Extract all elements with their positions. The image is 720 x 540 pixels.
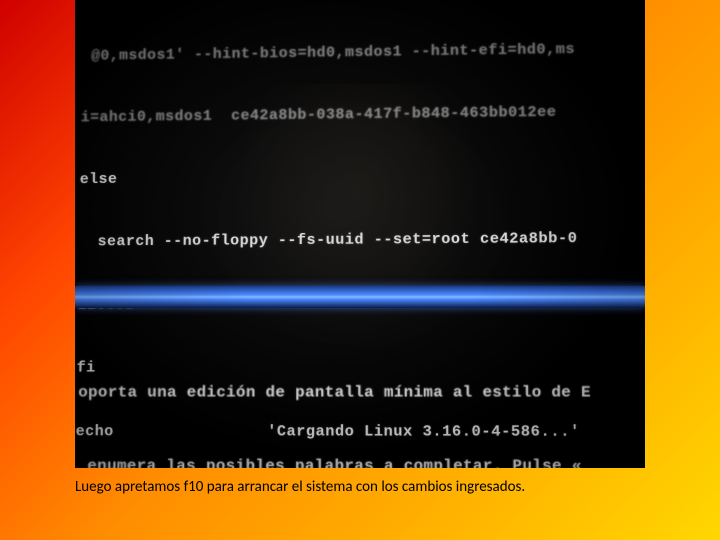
grub-highlight-bar [75,286,645,308]
grub-help-text: oporta una edición de pantalla mínima al… [75,331,645,468]
slide-caption: Luego apretamos f10 para arrancar el sis… [75,478,525,496]
term-line: i=ahci0,msdos1 ce42a8bb-038a-417f-b848-4… [77,101,645,128]
term-line: search --no-floppy --fs-uuid --set=root … [75,227,645,252]
help-line: oporta una edición de pantalla mínima al… [76,380,644,405]
term-line: else [76,164,645,190]
term-line: @0,msdos1' --hint-bios=hd0,msdos1 --hint… [78,38,645,67]
grub-screenshot-photo: @0,msdos1' --hint-bios=hd0,msdos1 --hint… [75,0,645,468]
help-line: enumera las posibles palabras a completa… [75,454,644,468]
